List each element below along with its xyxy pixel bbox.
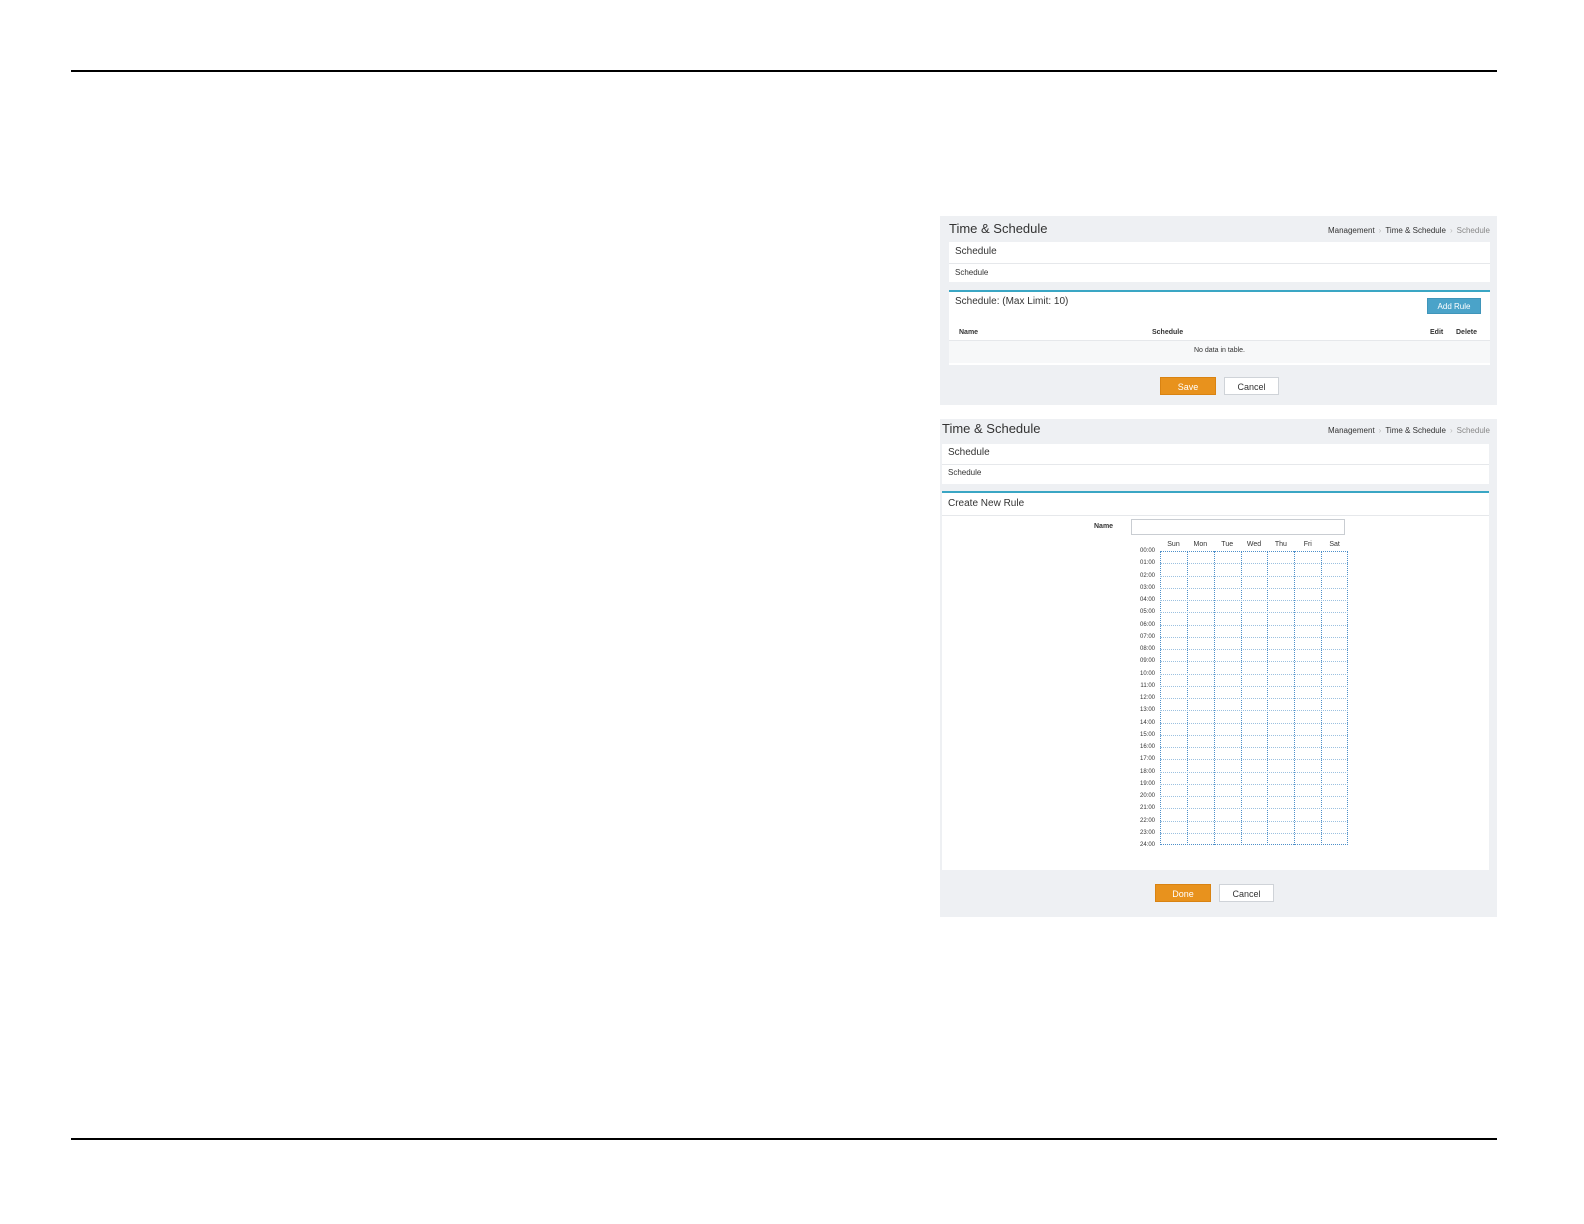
day-label-tue: Tue: [1221, 541, 1234, 548]
grid-row-divider: [1160, 612, 1348, 614]
hour-label: 09:00: [1139, 658, 1155, 665]
grid-row-divider: [1160, 771, 1348, 773]
hour-label: 02:00: [1139, 572, 1155, 579]
hour-label: 04:00: [1139, 597, 1155, 603]
day-label-sun: Sun: [1167, 541, 1180, 548]
top-divider: [71, 70, 1497, 72]
hour-label: 24:00: [1139, 842, 1155, 848]
table-title: Schedule: (Max Limit: 10): [955, 296, 1069, 307]
day-label-fri: Fri: [1303, 541, 1312, 548]
hour-label: 20:00: [1139, 793, 1155, 799]
section-subtitle: Schedule: [955, 268, 989, 277]
grid-row-divider: [1160, 808, 1348, 810]
grid-row-divider: [1160, 575, 1348, 577]
grid-row-divider: [1160, 685, 1348, 687]
grid-row-divider: [1160, 661, 1348, 663]
add-rule-button[interactable]: Add Rule: [1427, 298, 1481, 314]
grid-row-divider: [1160, 747, 1348, 748]
breadcrumb-schedule: Schedule: [1456, 426, 1490, 435]
hour-label: 10:00: [1139, 670, 1155, 677]
cancel-button[interactable]: Cancel: [1219, 884, 1274, 902]
hour-label: 14:00: [1139, 719, 1155, 726]
day-label-sat: Sat: [1329, 541, 1340, 548]
empty-table-message: No data in table.: [1194, 347, 1245, 354]
grid-row-divider: [1160, 624, 1348, 626]
hour-label: 06:00: [1139, 621, 1155, 628]
grid-row-divider: [1160, 563, 1348, 565]
day-label-thu: Thu: [1274, 541, 1287, 548]
section-header: Schedule: [948, 447, 990, 458]
page-title: Time & Schedule: [942, 421, 1041, 436]
schedule-table-card: Schedule: (Max Limit: 10) Add Rule Name …: [949, 290, 1490, 365]
cancel-button[interactable]: Cancel: [1224, 377, 1279, 395]
day-label-wed: Wed: [1246, 541, 1262, 548]
grid-row-divider: [1160, 587, 1348, 589]
grid-row-divider: [1160, 734, 1348, 736]
name-input[interactable]: [1131, 519, 1345, 535]
bottom-divider: [71, 1138, 1497, 1140]
schedule-section-card: Schedule Schedule: [949, 242, 1490, 282]
hour-label: 16:00: [1139, 744, 1155, 750]
hour-label: 07:00: [1139, 633, 1155, 640]
grid-row-divider: [1160, 710, 1348, 712]
name-label: Name: [1094, 523, 1114, 530]
section-header: Schedule: [955, 246, 997, 257]
hour-label: 05:00: [1139, 609, 1155, 616]
grid-row-divider: [1160, 722, 1348, 724]
grid-row-divider: [1160, 759, 1348, 761]
breadcrumb-time-schedule[interactable]: Time & Schedule: [1385, 426, 1446, 435]
section-subtitle: Schedule: [948, 468, 982, 477]
hour-label: 01:00: [1139, 560, 1155, 567]
breadcrumb-time-schedule[interactable]: Time & Schedule: [1385, 226, 1446, 235]
breadcrumb-management[interactable]: Management: [1328, 426, 1375, 435]
grid-row-divider: [1160, 832, 1348, 834]
hour-label: 03:00: [1139, 584, 1155, 591]
grid-row-divider: [1160, 649, 1348, 650]
done-button[interactable]: Done: [1155, 884, 1211, 902]
grid-row-divider: [1160, 783, 1348, 785]
create-rule-panel: Time & Schedule Management › Time & Schedu…: [940, 419, 1497, 917]
breadcrumb: Management › Time & Schedule › Schedule: [1327, 426, 1490, 435]
schedule-section-card: Schedule Schedule: [942, 444, 1489, 484]
schedule-list-panel: Time & Schedule Management › Time & Schedu…: [940, 216, 1497, 405]
column-edit: Edit: [1430, 329, 1444, 336]
grid-row-divider: [1160, 698, 1348, 699]
save-button[interactable]: Save: [1160, 377, 1216, 395]
breadcrumb-management[interactable]: Management: [1328, 226, 1375, 235]
breadcrumb: Management › Time & Schedule › Schedule: [1327, 226, 1490, 235]
hour-label: 17:00: [1139, 756, 1155, 763]
hour-label: 13:00: [1139, 707, 1155, 714]
hour-label: 19:00: [1139, 780, 1155, 787]
grid-row-divider: [1160, 600, 1348, 601]
grid-row-divider: [1160, 673, 1348, 675]
grid-row-divider: [1160, 636, 1348, 638]
hour-label: 12:00: [1139, 695, 1155, 701]
breadcrumb-schedule: Schedule: [1456, 226, 1490, 235]
column-schedule: Schedule: [1152, 329, 1184, 336]
hour-label: 18:00: [1139, 768, 1155, 775]
hour-label: 00:00: [1139, 548, 1155, 554]
grid-row-divider: [1160, 796, 1348, 797]
hour-label: 21:00: [1139, 805, 1155, 812]
hour-label: 23:00: [1139, 829, 1155, 836]
hour-label: 22:00: [1139, 817, 1155, 824]
page-title: Time & Schedule: [949, 221, 1048, 236]
hour-label: 11:00: [1140, 682, 1155, 689]
hour-label: 08:00: [1139, 646, 1155, 652]
column-name: Name: [959, 329, 979, 336]
day-label-mon: Mon: [1193, 541, 1208, 548]
grid-row-divider: [1160, 820, 1348, 822]
hour-label: 15:00: [1139, 731, 1155, 738]
create-rule-card: Create New Rule Name Sun Mon Tue Wed Thu Fri S…: [942, 491, 1489, 870]
create-rule-title: Create New Rule: [948, 498, 1025, 509]
column-delete: Delete: [1456, 329, 1478, 336]
